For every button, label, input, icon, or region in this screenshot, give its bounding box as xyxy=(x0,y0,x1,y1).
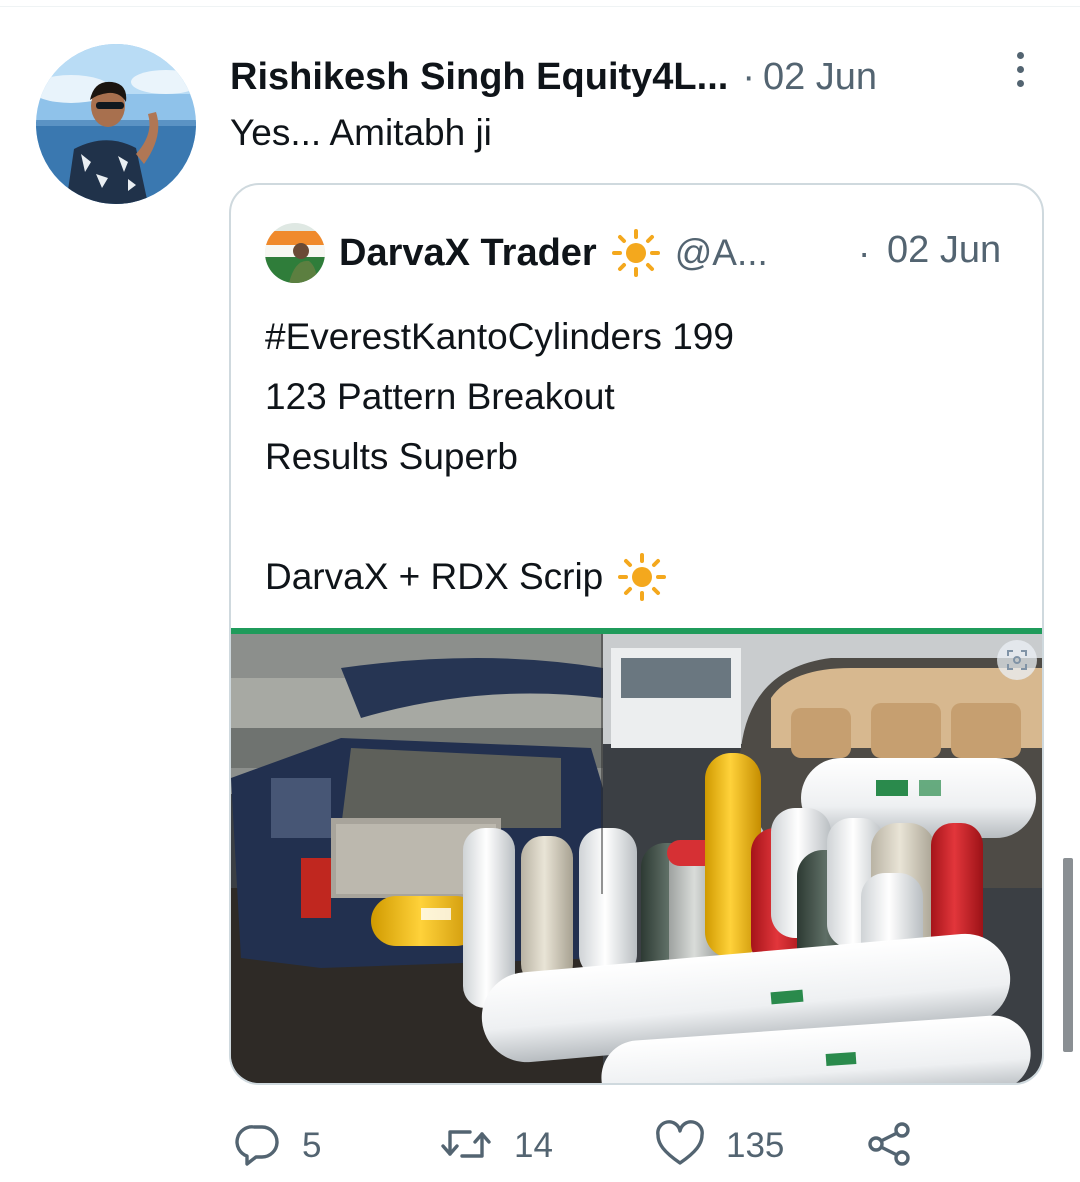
sun-icon xyxy=(611,228,661,278)
post-header: Rishikesh Singh Equity4L... · 02 Jun xyxy=(230,52,1030,102)
author-name[interactable]: Rishikesh Singh Equity4L... xyxy=(230,56,728,99)
share-button[interactable] xyxy=(864,1118,914,1174)
more-dot-icon xyxy=(1016,65,1024,73)
quoted-meta-separator: · xyxy=(858,232,871,273)
quoted-author-avatar[interactable] xyxy=(265,223,325,283)
more-dot-icon xyxy=(1016,51,1024,59)
reply-count: 5 xyxy=(302,1126,322,1165)
quoted-author-handle[interactable]: @A... xyxy=(675,232,768,274)
quoted-text-line: DarvaX + RDX Scrip xyxy=(265,556,604,597)
quoted-tweet-card[interactable]: DarvaX Trader @A... · 02 Jun #EverestKan… xyxy=(229,183,1044,1085)
quoted-tweet-text: #EverestKantoCylinders 199 123 Pattern B… xyxy=(265,307,734,607)
retweet-count: 14 xyxy=(514,1126,553,1165)
expand-icon[interactable] xyxy=(997,640,1037,680)
more-options-button[interactable] xyxy=(1002,46,1038,92)
retweet-button[interactable]: 14 xyxy=(438,1118,553,1174)
quoted-media-image[interactable] xyxy=(231,628,1042,1083)
quoted-author-name[interactable]: DarvaX Trader xyxy=(339,232,597,275)
like-count: 135 xyxy=(726,1126,785,1165)
reply-icon xyxy=(234,1120,282,1173)
quoted-text-blank-line xyxy=(265,487,734,547)
sun-icon xyxy=(617,552,667,602)
scrollbar[interactable] xyxy=(1063,858,1073,1052)
like-icon xyxy=(654,1119,706,1173)
post-date[interactable]: 02 Jun xyxy=(763,56,877,99)
top-divider xyxy=(0,6,1080,7)
more-dot-icon xyxy=(1016,79,1024,87)
quoted-text-line: Results Superb xyxy=(265,436,518,477)
meta-separator: · xyxy=(742,55,755,98)
retweet-icon xyxy=(438,1120,494,1173)
quoted-text-line: #EverestKantoCylinders 199 xyxy=(265,316,734,357)
quoted-post-date[interactable]: 02 Jun xyxy=(887,229,1001,272)
tweet-actions: 5 14 135 xyxy=(234,1118,934,1174)
share-icon xyxy=(864,1119,914,1174)
post-text: Yes... Amitabh ji xyxy=(230,112,492,153)
quoted-text-line-last: DarvaX + RDX Scrip xyxy=(265,547,734,607)
quoted-text-line: 123 Pattern Breakout xyxy=(265,376,615,417)
like-button[interactable]: 135 xyxy=(654,1118,784,1174)
reply-button[interactable]: 5 xyxy=(234,1118,321,1174)
author-avatar[interactable] xyxy=(36,44,196,204)
